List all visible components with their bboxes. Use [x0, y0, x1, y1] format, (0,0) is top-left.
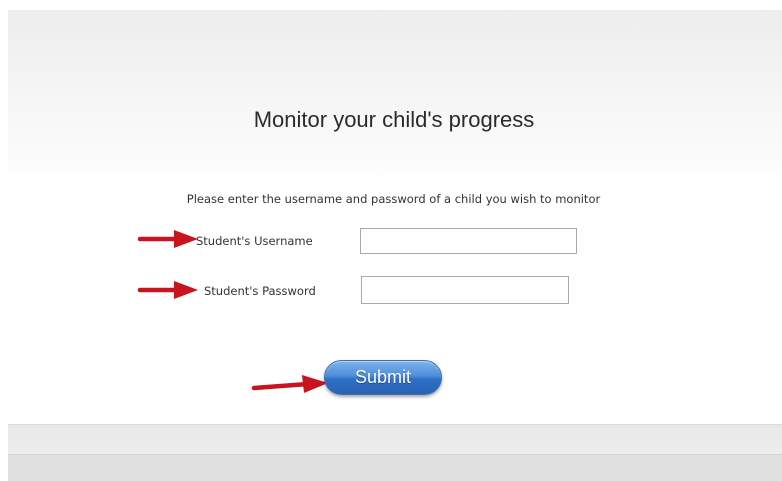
instructions-text: Please enter the username and password o… — [186, 192, 601, 206]
red-arrow-icon — [137, 281, 198, 299]
password-input[interactable] — [361, 276, 569, 304]
footer-bar — [8, 454, 782, 481]
password-label: Student's Password — [204, 284, 316, 298]
username-label: Student's Username — [196, 234, 313, 248]
red-arrow-icon — [137, 230, 198, 248]
footer-strip — [8, 424, 782, 455]
page: Monitor your child's progress Please ent… — [0, 0, 782, 481]
submit-button[interactable]: Submit — [324, 360, 442, 395]
page-title: Monitor your child's progress — [253, 107, 535, 132]
username-input[interactable] — [360, 228, 577, 254]
red-arrow-icon — [251, 375, 328, 393]
